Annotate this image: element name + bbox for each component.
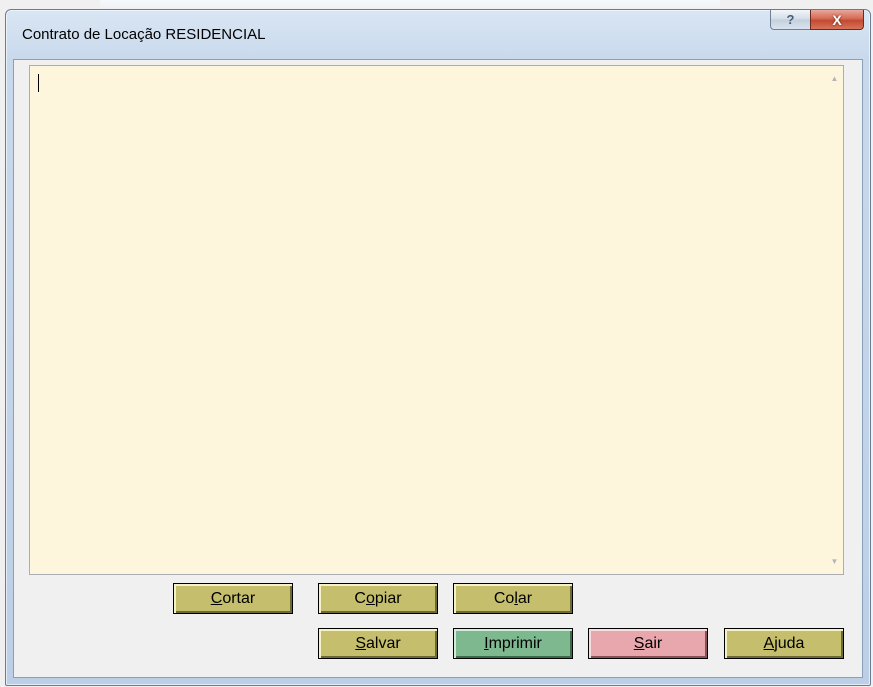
- dialog-window: Contrato de Locação RESIDENCIAL ? X ▲ ▼ …: [5, 9, 871, 686]
- close-button[interactable]: X: [810, 10, 864, 30]
- copiar-button[interactable]: Copiar: [318, 583, 438, 614]
- salvar-label: Salvar: [355, 634, 401, 652]
- scroll-down-icon[interactable]: ▼: [826, 553, 843, 570]
- title-bar[interactable]: Contrato de Locação RESIDENCIAL ? X: [6, 10, 870, 58]
- dialog-client-area: ▲ ▼ Cortar Copiar Colar Salvar Imprimir …: [13, 59, 863, 678]
- imprimir-button[interactable]: Imprimir: [453, 628, 573, 659]
- sair-button[interactable]: Sair: [588, 628, 708, 659]
- cortar-button[interactable]: Cortar: [173, 583, 293, 614]
- colar-label: Colar: [493, 589, 533, 607]
- close-icon: X: [832, 11, 842, 28]
- ajuda-label: Ajuda: [763, 634, 805, 652]
- vertical-scrollbar[interactable]: ▲ ▼: [826, 66, 843, 574]
- scroll-up-icon[interactable]: ▲: [826, 70, 843, 87]
- salvar-button[interactable]: Salvar: [318, 628, 438, 659]
- colar-button[interactable]: Colar: [453, 583, 573, 614]
- window-title: Contrato de Locação RESIDENCIAL: [22, 26, 266, 43]
- help-icon: ?: [786, 12, 795, 27]
- sair-label: Sair: [633, 634, 663, 652]
- ajuda-button[interactable]: Ajuda: [724, 628, 844, 659]
- text-caret: [38, 74, 39, 92]
- cortar-label: Cortar: [210, 589, 256, 607]
- help-button[interactable]: ?: [770, 10, 811, 30]
- copiar-label: Copiar: [354, 589, 402, 607]
- desktop-background: [100, 0, 720, 8]
- imprimir-label: Imprimir: [484, 634, 542, 652]
- contract-text-area[interactable]: ▲ ▼: [29, 65, 844, 575]
